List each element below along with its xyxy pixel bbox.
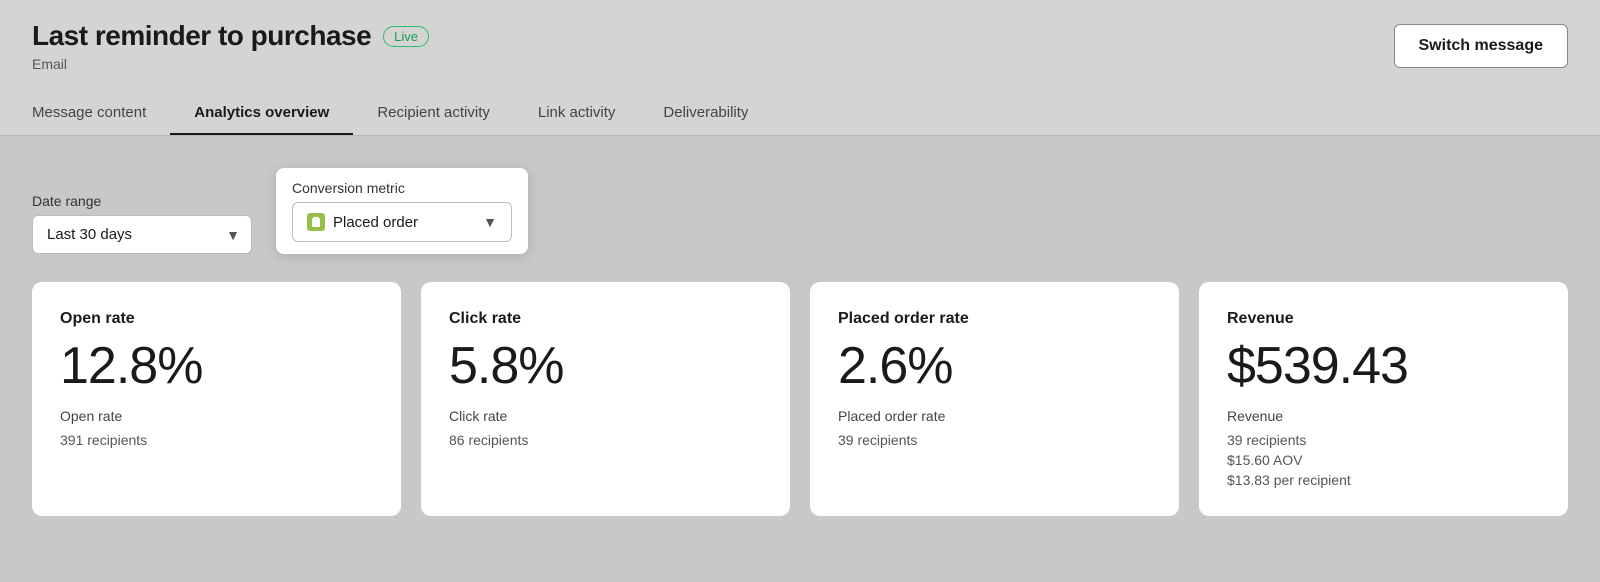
- click-rate-card: Click rate 5.8% Click rate 86 recipients: [421, 282, 790, 516]
- main-content: Date range Last 7 days Last 30 days Last…: [0, 136, 1600, 548]
- conversion-metric-filter: Conversion metric Placed order ▼: [276, 168, 528, 254]
- header-top: Last reminder to purchase Live Email Swi…: [32, 20, 1568, 80]
- click-rate-recipients: 86 recipients: [449, 432, 762, 448]
- tab-link-activity[interactable]: Link activity: [514, 92, 640, 135]
- shopify-icon: [307, 213, 325, 231]
- conversion-metric-chevron-icon: ▼: [483, 214, 497, 230]
- open-rate-title: Open rate: [60, 310, 373, 328]
- placed-order-rate-recipients: 39 recipients: [838, 432, 1151, 448]
- placed-order-rate-sublabel: Placed order rate: [838, 408, 1151, 424]
- conversion-metric-label: Conversion metric: [292, 180, 512, 196]
- live-badge: Live: [383, 26, 429, 47]
- click-rate-value: 5.8%: [449, 340, 762, 392]
- placed-order-rate-value: 2.6%: [838, 340, 1151, 392]
- date-range-select-wrapper: Last 7 days Last 30 days Last 90 days Al…: [32, 215, 252, 254]
- click-rate-title: Click rate: [449, 310, 762, 328]
- revenue-title: Revenue: [1227, 310, 1540, 328]
- conversion-metric-select[interactable]: Placed order ▼: [292, 202, 512, 242]
- header: Last reminder to purchase Live Email Swi…: [0, 0, 1600, 136]
- date-range-label: Date range: [32, 193, 252, 209]
- email-subtitle: Email: [32, 56, 429, 72]
- revenue-aov: $15.60 AOV: [1227, 452, 1540, 468]
- tab-recipient-activity[interactable]: Recipient activity: [353, 92, 514, 135]
- click-rate-sublabel: Click rate: [449, 408, 762, 424]
- open-rate-sublabel: Open rate: [60, 408, 373, 424]
- open-rate-recipients: 391 recipients: [60, 432, 373, 448]
- tab-nav: Message content Analytics overview Recip…: [32, 92, 1568, 135]
- revenue-value: $539.43: [1227, 340, 1540, 392]
- tab-message-content[interactable]: Message content: [32, 92, 170, 135]
- metric-cards-row: Open rate 12.8% Open rate 391 recipients…: [32, 282, 1568, 516]
- title-area: Last reminder to purchase Live Email: [32, 20, 429, 72]
- date-range-filter: Date range Last 7 days Last 30 days Last…: [32, 193, 252, 254]
- tab-analytics-overview[interactable]: Analytics overview: [170, 92, 353, 135]
- revenue-card: Revenue $539.43 Revenue 39 recipients $1…: [1199, 282, 1568, 516]
- revenue-recipients: 39 recipients: [1227, 432, 1540, 448]
- filters-row: Date range Last 7 days Last 30 days Last…: [32, 168, 1568, 254]
- open-rate-card: Open rate 12.8% Open rate 391 recipients: [32, 282, 401, 516]
- switch-message-button[interactable]: Switch message: [1394, 24, 1569, 68]
- title-row: Last reminder to purchase Live: [32, 20, 429, 52]
- tab-deliverability[interactable]: Deliverability: [639, 92, 772, 135]
- conversion-metric-value: Placed order: [333, 214, 475, 231]
- open-rate-value: 12.8%: [60, 340, 373, 392]
- placed-order-rate-card: Placed order rate 2.6% Placed order rate…: [810, 282, 1179, 516]
- revenue-per-recipient: $13.83 per recipient: [1227, 472, 1540, 488]
- placed-order-rate-title: Placed order rate: [838, 310, 1151, 328]
- page-title: Last reminder to purchase: [32, 20, 371, 52]
- date-range-select[interactable]: Last 7 days Last 30 days Last 90 days Al…: [32, 215, 252, 254]
- revenue-sublabel: Revenue: [1227, 408, 1540, 424]
